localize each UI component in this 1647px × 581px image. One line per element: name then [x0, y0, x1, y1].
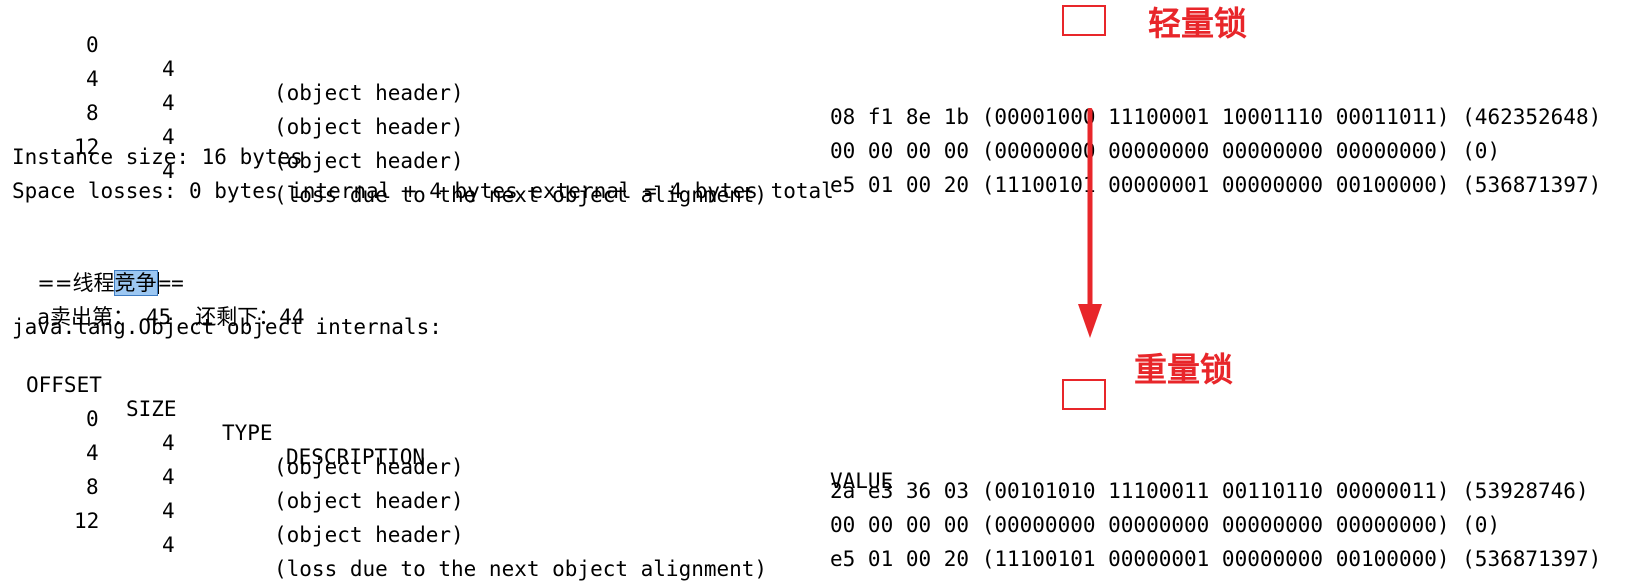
description-cell: (loss due to the next object alignment) [274, 557, 768, 581]
heavy-lock-label: 重量锁 [1134, 350, 1233, 389]
lock-bits-highlight [1062, 379, 1106, 410]
lock-bits-highlight [1062, 5, 1106, 36]
size-cell: 4 [162, 533, 175, 557]
space-losses-line: Space losses: 0 bytes internal + 4 bytes… [12, 179, 834, 203]
light-lock-label: 轻量锁 [1148, 4, 1247, 43]
offset-cell: 12 [74, 509, 100, 533]
block2-row-3: 12 4 (loss due to the next object alignm… [0, 485, 1647, 581]
object-internals-line: java.lang.Object object internals: [12, 315, 442, 339]
instance-size-line: Instance size: 16 bytes [12, 145, 303, 169]
down-arrow-icon [1078, 108, 1102, 338]
